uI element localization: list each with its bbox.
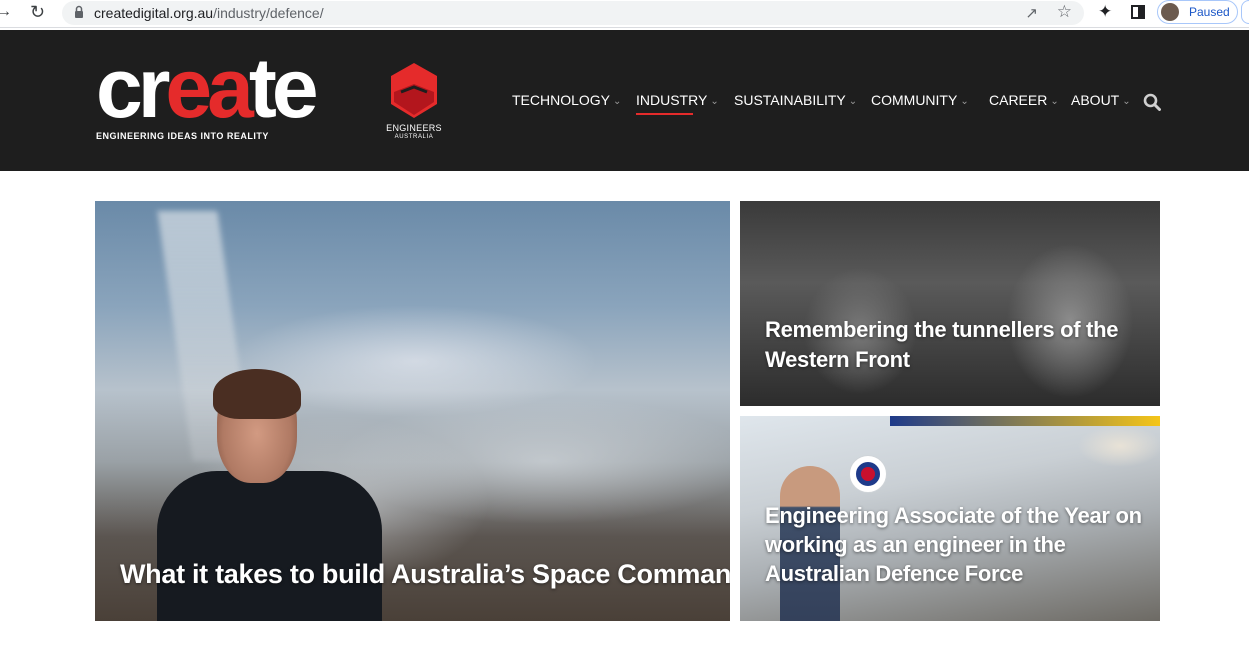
nav-label: TECHNOLOGY (512, 92, 611, 108)
chevron-down-icon: ⌄ (613, 96, 622, 107)
nav-industry[interactable]: INDUSTRY ⌄ (636, 92, 719, 115)
partner-logo-name: ENGINEERS (386, 123, 442, 133)
bookmark-star-icon[interactable]: ☆ (1057, 2, 1072, 22)
chevron-down-icon: ⌄ (960, 96, 969, 107)
article-image-jet-stripe (890, 416, 1160, 426)
nav-career[interactable]: CAREER ⌄ (989, 92, 1059, 108)
nav-technology[interactable]: TECHNOLOGY ⌄ (512, 92, 621, 108)
logo-part-2: ea (165, 41, 253, 135)
url-host: createdigital.org.au (94, 5, 214, 21)
nav-label: COMMUNITY (871, 92, 958, 108)
browser-toolbar: → ↻ createdigital.org.au/industry/defenc… (0, 0, 1249, 28)
featured-article-space-command[interactable]: What it takes to build Australia’s Space… (95, 201, 730, 621)
nav-label: SUSTAINABILITY (734, 92, 846, 108)
profile-button[interactable]: Paused (1157, 0, 1238, 24)
search-icon[interactable] (1143, 93, 1161, 111)
chevron-down-icon: ⌄ (1050, 96, 1059, 107)
article-image-hair (213, 369, 301, 419)
url-text: createdigital.org.au/industry/defence/ (94, 5, 324, 21)
side-panel-icon[interactable] (1131, 5, 1145, 19)
nav-label: ABOUT (1071, 92, 1120, 108)
logo-part-3: te (248, 41, 319, 135)
chevron-down-icon: ⌄ (848, 96, 858, 107)
chevron-down-icon: ⌄ (1122, 96, 1131, 107)
nav-community[interactable]: COMMUNITY ⌄ (871, 92, 969, 108)
back-arrow-icon[interactable]: → (0, 3, 12, 21)
nav-label: CAREER (989, 92, 1048, 108)
article-engineering-associate[interactable]: Engineering Associate of the Year on wor… (740, 416, 1160, 621)
nav-sustainability[interactable]: SUSTAINABILITY ⌄ (734, 92, 857, 108)
url-path: /industry/defence/ (213, 5, 324, 21)
reload-icon[interactable]: ↻ (30, 2, 45, 23)
article-tunnellers[interactable]: Remembering the tunnellers of the Wester… (740, 201, 1160, 406)
avatar (1161, 3, 1179, 21)
logo-wordmark: create (96, 46, 319, 130)
extensions-puzzle-icon[interactable]: ✦ (1098, 2, 1112, 22)
site-header: create ENGINEERING IDEAS INTO REALITY EN… (0, 30, 1249, 171)
article-title: Engineering Associate of the Year on wor… (765, 503, 1142, 586)
logo-tagline: ENGINEERING IDEAS INTO REALITY (96, 131, 269, 141)
address-bar[interactable]: createdigital.org.au/industry/defence/ ↗… (62, 1, 1084, 25)
create-logo[interactable]: create ENGINEERING IDEAS INTO REALITY (96, 46, 366, 152)
browser-menu-button[interactable] (1241, 0, 1249, 24)
engineers-australia-logo[interactable]: ENGINEERS AUSTRALIA (378, 62, 450, 146)
nav-about[interactable]: ABOUT ⌄ (1071, 92, 1131, 108)
logo-part-1: cr (96, 41, 170, 135)
hexagon-icon (391, 63, 437, 118)
article-title: Remembering the tunnellers of the Wester… (765, 317, 1119, 372)
partner-logo-sub: AUSTRALIA (394, 134, 434, 140)
share-icon[interactable]: ↗ (1025, 4, 1038, 22)
chevron-down-icon: ⌄ (710, 96, 719, 107)
article-image-person (157, 471, 382, 621)
raaf-roundel-icon (850, 456, 886, 492)
nav-label: INDUSTRY (636, 92, 708, 108)
lock-icon (75, 5, 83, 18)
profile-status: Paused (1189, 5, 1230, 19)
article-title: What it takes to build Australia’s Space… (120, 559, 730, 589)
